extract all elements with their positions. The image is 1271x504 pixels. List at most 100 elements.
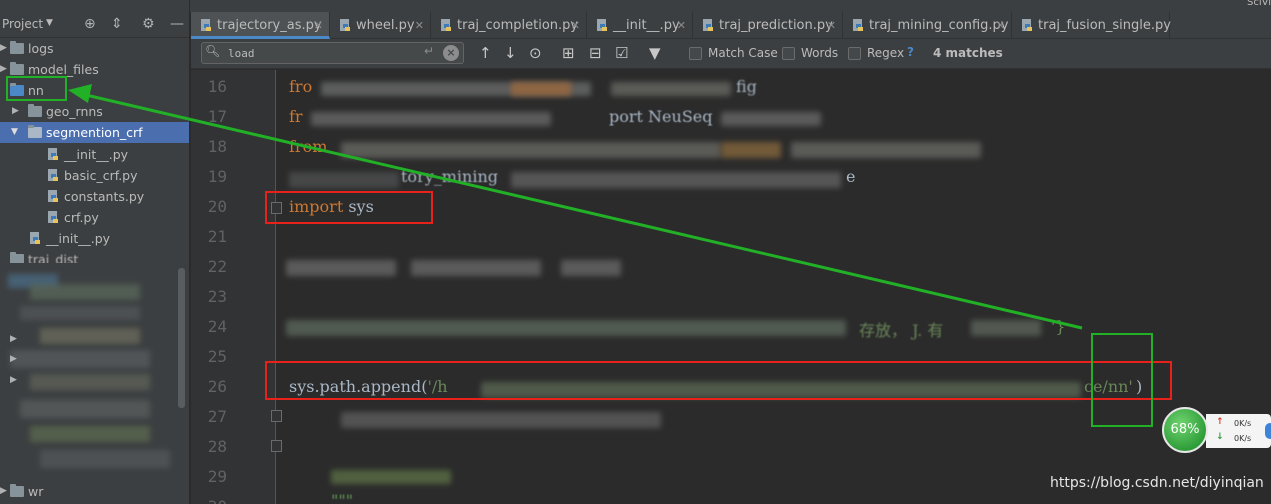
upload-speed: 0K/s <box>1234 419 1252 428</box>
close-icon[interactable]: ✕ <box>571 12 580 39</box>
tab-traj-completion[interactable]: traj_completion.py ✕ <box>431 12 587 39</box>
download-speed: 0K/s <box>1234 434 1252 443</box>
add-occurrence-icon[interactable]: ⊞ <box>562 44 575 62</box>
tab-traj-fusion-single[interactable]: traj_fusion_single.py <box>1012 12 1171 39</box>
collapse-icon[interactable]: ⇕ <box>111 15 123 33</box>
tree-item-init-py-root[interactable]: __init__.py <box>0 228 189 249</box>
search-icon[interactable]: 🔍︎ <box>205 44 220 58</box>
folder-icon <box>28 125 42 138</box>
project-title[interactable]: Project <box>2 17 43 31</box>
network-monitor-widget[interactable]: ↑ 0K/s ↓ 0K/s 68% <box>1162 407 1271 453</box>
tree-item-segmention-crf[interactable]: ▼ segmention_crf <box>0 122 189 143</box>
python-file-icon <box>703 19 713 31</box>
scivi-label[interactable]: SciVi <box>1247 0 1271 8</box>
search-input[interactable] <box>228 45 418 61</box>
line-number: 24 <box>207 317 227 336</box>
filter-icon[interactable]: ▼ <box>649 44 661 62</box>
remove-occurrence-icon[interactable]: ⊟ <box>589 44 602 62</box>
minimize-icon[interactable]: — <box>170 15 184 33</box>
redacted-code <box>286 320 846 336</box>
tab-traj-mining-config[interactable]: traj_mining_config.py ✕ <box>843 12 1012 39</box>
close-icon[interactable]: ✕ <box>827 12 836 39</box>
words-label[interactable]: Words <box>801 46 838 60</box>
redacted-code <box>311 112 551 126</box>
python-file-icon <box>30 232 40 244</box>
tab-label: wheel.py <box>356 18 415 33</box>
tab-label: traj_prediction.py <box>719 18 833 33</box>
clear-icon[interactable]: × <box>443 45 459 61</box>
fold-marker-icon[interactable] <box>271 440 282 452</box>
tree-item-label: logs <box>28 41 54 56</box>
tree-item-crf-py[interactable]: crf.py <box>0 207 189 228</box>
newline-icon[interactable]: ↵ <box>424 44 434 58</box>
tab-label: trajectory_as.py <box>217 18 322 33</box>
tree-item-logs[interactable]: ▶ logs <box>0 38 189 59</box>
tree-item-label: traj_dist <box>28 252 79 263</box>
upload-arrow-icon: ↑ <box>1216 417 1224 427</box>
select-all-occurrences-icon[interactable]: ☑ <box>615 44 628 62</box>
line-number: 21 <box>207 227 227 246</box>
expand-handle-icon[interactable] <box>1265 423 1271 439</box>
tree-item-traj-dist[interactable]: traj_dist <box>0 249 189 263</box>
redacted-code <box>971 320 1041 336</box>
line-number: 25 <box>207 347 227 366</box>
chevron-right-icon[interactable]: ▶ <box>10 334 17 344</box>
code-text: port NeuSeq <box>609 107 713 126</box>
crosshair-icon[interactable]: ⊕ <box>84 15 96 33</box>
tree-item-wr[interactable]: ▶ wr <box>0 481 189 502</box>
line-number: 28 <box>207 437 227 456</box>
tree-item-basic-crf-py[interactable]: basic_crf.py <box>0 165 189 186</box>
arrow-up-icon[interactable]: ↑ <box>479 44 492 62</box>
arrow-down-icon[interactable]: ↓ <box>504 44 517 62</box>
python-file-icon <box>201 19 211 31</box>
fold-marker-icon[interactable] <box>271 410 282 422</box>
close-icon[interactable]: ✕ <box>677 12 686 39</box>
tab-trajectory-as[interactable]: trajectory_as.py ✕ <box>191 12 330 39</box>
tree-item-geo-rnns[interactable]: ▶ geo_rnns <box>0 101 189 122</box>
chevron-down-icon[interactable]: ▼ <box>46 18 53 28</box>
match-case-label[interactable]: Match Case <box>708 46 778 60</box>
line-number: 22 <box>207 257 227 276</box>
words-checkbox[interactable] <box>782 47 795 60</box>
tab-label: traj_fusion_single.py <box>1038 18 1171 33</box>
redacted-code <box>289 172 399 188</box>
close-icon[interactable]: ✕ <box>314 12 323 39</box>
close-icon[interactable]: ✕ <box>415 12 424 39</box>
highlight-box-import-sys <box>265 191 433 224</box>
tab-wheel[interactable]: wheel.py ✕ <box>330 12 431 39</box>
chevron-right-icon[interactable]: ▶ <box>10 354 17 364</box>
redacted-code <box>511 172 841 188</box>
code-text: '} <box>1051 317 1066 336</box>
regex-label[interactable]: Regex <box>867 46 904 60</box>
chevron-right-icon[interactable]: ▶ <box>12 101 19 122</box>
match-case-checkbox[interactable] <box>689 47 702 60</box>
line-number: 18 <box>207 137 227 156</box>
regex-checkbox[interactable] <box>848 47 861 60</box>
gear-icon[interactable]: ⚙ <box>142 15 155 33</box>
line-number: 26 <box>207 377 227 396</box>
search-field[interactable]: 🔍︎ ↵ × <box>201 42 464 64</box>
tree-item-label: basic_crf.py <box>64 168 138 183</box>
redacted-code <box>561 260 621 276</box>
tab-traj-prediction[interactable]: traj_prediction.py ✕ <box>693 12 843 39</box>
close-icon[interactable]: ✕ <box>996 12 1005 39</box>
line-number: 29 <box>207 467 227 486</box>
chevron-right-icon[interactable]: ▶ <box>10 375 17 385</box>
chevron-right-icon[interactable]: ▶ <box>0 38 7 59</box>
python-file-icon <box>48 211 58 223</box>
cpu-percent-gauge[interactable]: 68% <box>1162 407 1208 453</box>
code-keyword: fr <box>289 107 303 126</box>
tab-init[interactable]: __init__.py ✕ <box>587 12 693 39</box>
find-word-icon[interactable]: ⊙ <box>529 44 542 62</box>
chevron-down-icon[interactable]: ▼ <box>11 122 18 143</box>
line-number: 30 <box>191 497 227 504</box>
tree-item-init-py[interactable]: __init__.py <box>0 144 189 165</box>
tree-item-constants-py[interactable]: constants.py <box>0 186 189 207</box>
regex-help-link[interactable]: ? <box>907 45 914 59</box>
chevron-right-icon[interactable]: ▶ <box>0 481 7 502</box>
code-editor[interactable]: 16 17 18 19 20 21 22 23 24 25 26 27 28 2… <box>191 70 1271 504</box>
sidebar-scrollbar[interactable] <box>178 268 185 408</box>
tree-item-label: crf.py <box>64 210 99 225</box>
download-arrow-icon: ↓ <box>1216 432 1224 442</box>
python-file-icon <box>853 19 863 31</box>
